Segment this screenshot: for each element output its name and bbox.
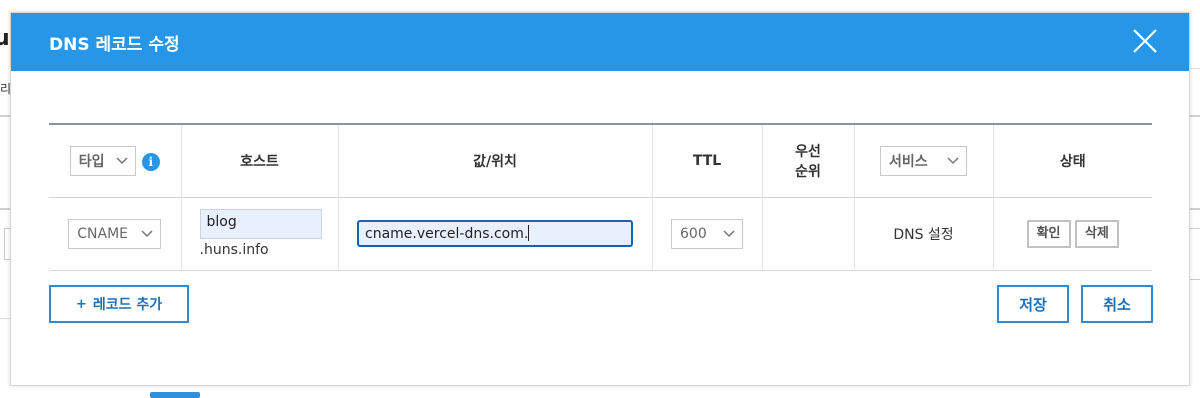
chevron-down-icon: [116, 157, 128, 164]
save-button[interactable]: 저장: [997, 285, 1069, 323]
chevron-down-icon: [947, 157, 959, 164]
priority-cell: [761, 197, 854, 270]
value-input-text: cname.vercel-dns.com.: [365, 226, 529, 242]
record-type-value: CNAME: [77, 225, 128, 242]
priority-header-line1: 우선: [795, 143, 821, 160]
table-header-row: 타입 i 호스트 값/위치 TTL 우선 순위 서비스 상태: [49, 124, 1152, 197]
background-divider: [0, 208, 10, 210]
add-record-button[interactable]: + 레코드 추가: [49, 285, 189, 323]
add-record-label: 레코드 추가: [92, 297, 163, 313]
type-cell: CNAME: [49, 197, 181, 270]
type-filter-select[interactable]: 타입: [69, 145, 136, 176]
host-cell: blog .huns.info: [180, 197, 338, 270]
dns-record-edit-modal: DNS 레코드 수정 타입 i 호스트 값/위치 TTL 우선 순위 서비스 상…: [10, 12, 1190, 386]
background-divider: [0, 115, 10, 117]
record-type-select[interactable]: CNAME: [68, 218, 162, 249]
type-header: 타입 i: [49, 124, 181, 197]
chevron-down-icon: [723, 229, 735, 237]
service-cell: DNS 설정: [853, 197, 993, 270]
background-field: [1189, 228, 1200, 280]
value-header: 값/위치: [337, 124, 652, 197]
priority-header-line2: 순위: [795, 163, 821, 180]
ttl-cell: 600: [651, 197, 762, 270]
host-domain-suffix: .huns.info: [199, 242, 269, 258]
priority-header: 우선 순위: [761, 124, 854, 197]
service-filter-select[interactable]: 서비스: [880, 145, 967, 176]
background-button: [150, 392, 200, 398]
ttl-header: TTL: [651, 124, 762, 197]
text-cursor: [528, 225, 530, 241]
value-cell: cname.vercel-dns.com.: [337, 197, 652, 270]
background-page: [0, 0, 1200, 12]
ttl-select[interactable]: 600: [671, 218, 743, 249]
host-input[interactable]: blog: [199, 209, 322, 239]
dns-record-table: 타입 i 호스트 값/위치 TTL 우선 순위 서비스 상태 CNAME blo…: [49, 123, 1152, 271]
table-row: CNAME blog .huns.info cname.vercel-dns.c…: [49, 197, 1152, 270]
status-cell: 확인 삭제: [992, 197, 1152, 270]
host-header: 호스트: [180, 124, 338, 197]
confirm-button[interactable]: 확인: [1026, 219, 1071, 248]
status-header: 상태: [992, 124, 1152, 197]
info-icon[interactable]: i: [141, 152, 160, 171]
delete-button[interactable]: 삭제: [1074, 219, 1119, 248]
close-button[interactable]: [1131, 27, 1159, 55]
type-filter-label: 타입: [78, 153, 105, 170]
service-header: 서비스: [853, 124, 993, 197]
cancel-button[interactable]: 취소: [1081, 285, 1153, 323]
plus-icon: +: [75, 296, 87, 312]
background-title-fragment: u: [0, 26, 10, 51]
chevron-down-icon: [141, 229, 153, 237]
background-divider: [0, 318, 10, 319]
value-input[interactable]: cname.vercel-dns.com.: [357, 220, 633, 247]
close-icon: [1133, 29, 1157, 53]
modal-title: DNS 레코드 수정: [49, 35, 180, 55]
modal-header: DNS 레코드 수정: [11, 13, 1189, 71]
ttl-value: 600: [680, 225, 707, 242]
service-filter-label: 서비스: [889, 153, 928, 170]
